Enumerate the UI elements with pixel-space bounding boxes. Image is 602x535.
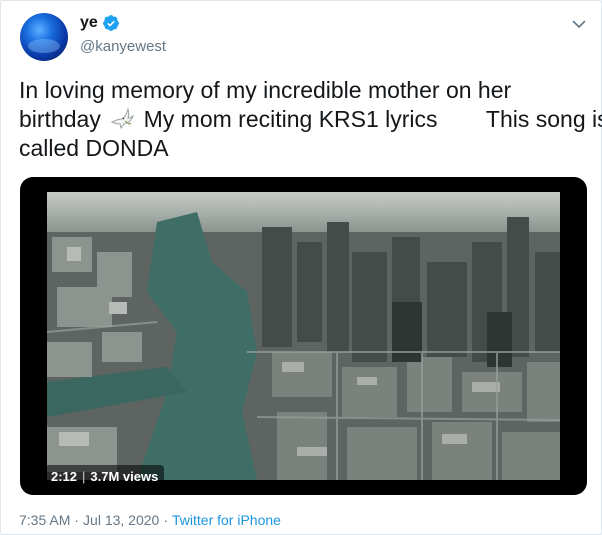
tweet-text-line: In loving memory of my incredible mother… xyxy=(19,77,512,103)
video-stats-overlay: 2:12 | 3.7M views xyxy=(45,465,165,487)
tweet-text-line: birthday My mom reciting KRS1 lyrics Thi… xyxy=(19,105,602,134)
avatar[interactable] xyxy=(20,13,68,61)
tweet-text-segment: birthday xyxy=(19,106,101,132)
tweet-meta: 7:35 AM · Jul 13, 2020 · Twitter for iPh… xyxy=(19,512,281,528)
tweet-text-segment: My mom reciting KRS1 lyrics xyxy=(143,106,438,132)
display-name[interactable]: ye xyxy=(80,14,98,32)
tweet-text: In loving memory of my incredible mother… xyxy=(19,76,602,163)
chevron-down-icon[interactable] xyxy=(570,15,588,33)
meta-separator: · xyxy=(74,512,80,528)
view-count: 3.7M views xyxy=(90,468,159,484)
tweet-source-link[interactable]: Twitter for iPhone xyxy=(172,512,281,528)
dove-icon xyxy=(111,107,135,130)
tweet-date[interactable]: Jul 13, 2020 xyxy=(83,512,159,528)
verified-badge-icon xyxy=(102,15,119,31)
tweet-text-segment: This song is xyxy=(485,106,602,132)
tweet-card: ye @kanyewest In loving memory of my inc… xyxy=(0,0,602,535)
video-duration: 2:12 xyxy=(51,468,78,484)
city-aerial-image xyxy=(47,192,560,480)
tweet-time[interactable]: 7:35 AM xyxy=(19,512,70,528)
user-name-row[interactable]: ye xyxy=(80,14,120,32)
tweet-text-line: called DONDA xyxy=(19,135,169,161)
video-player[interactable]: 2:12 | 3.7M views xyxy=(20,177,587,495)
video-thumbnail[interactable] xyxy=(47,192,560,480)
overlay-separator: | xyxy=(82,468,86,484)
meta-separator: · xyxy=(163,512,169,528)
user-handle[interactable]: @kanyewest xyxy=(80,38,166,55)
